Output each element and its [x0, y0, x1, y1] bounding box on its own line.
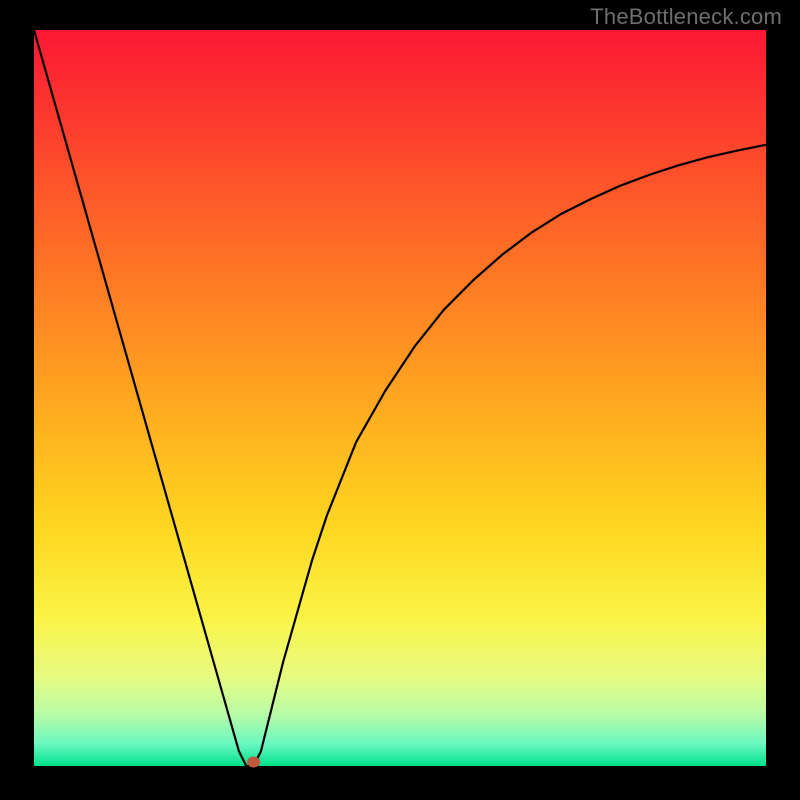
bottleneck-curve [34, 30, 766, 766]
plot-area [34, 30, 766, 766]
chart-svg [34, 30, 766, 766]
optimum-marker [248, 757, 260, 767]
chart-frame: TheBottleneck.com [0, 0, 800, 800]
watermark-text: TheBottleneck.com [590, 4, 782, 30]
